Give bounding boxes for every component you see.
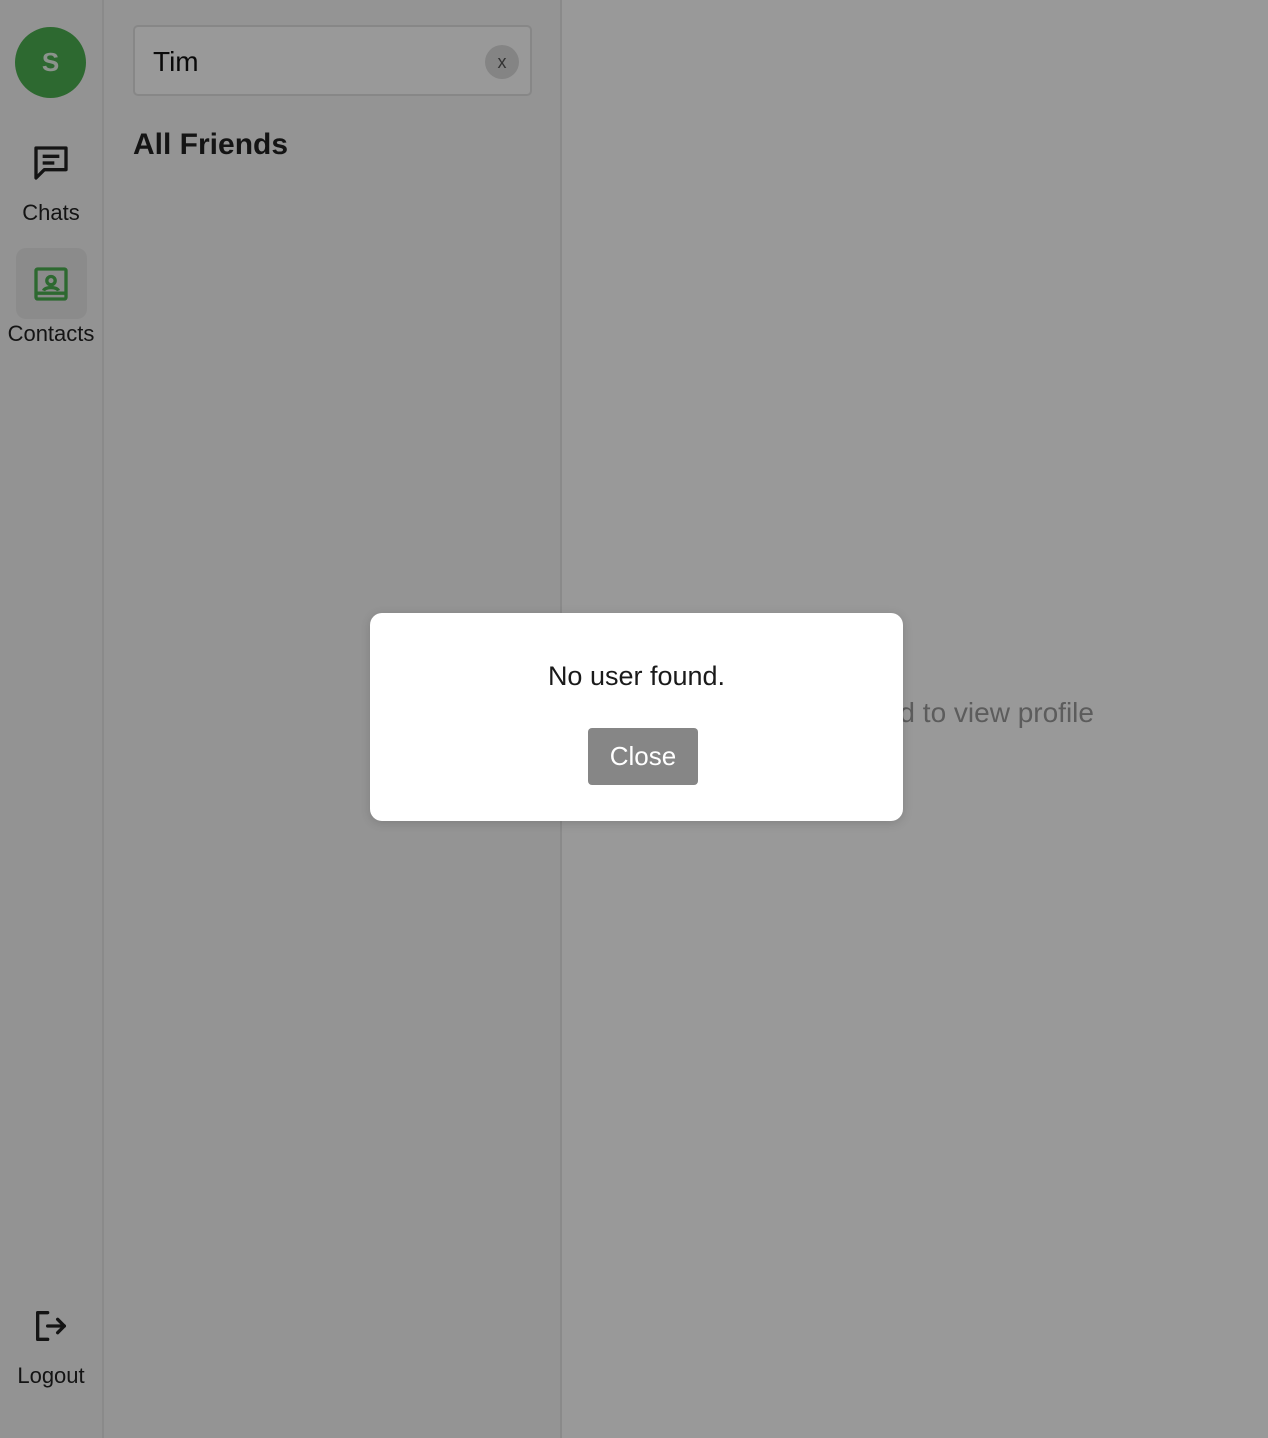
close-button[interactable]: Close: [588, 728, 698, 785]
dialog-message: No user found.: [547, 661, 726, 691]
app-window: S Chats Contacts Logout Tim x All Friend…: [0, 0, 1268, 1438]
alert-dialog: No user found. Close: [370, 613, 903, 821]
